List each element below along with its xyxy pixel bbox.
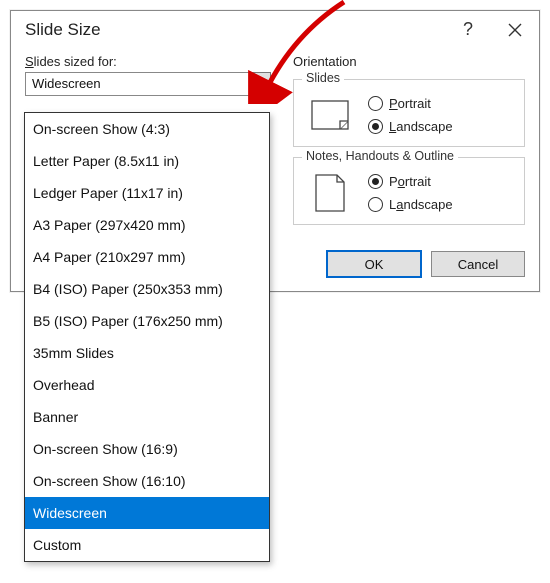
notes-portrait-radio[interactable]: Portrait bbox=[368, 174, 453, 189]
dropdown-item[interactable]: A4 Paper (210x297 mm) bbox=[25, 241, 269, 273]
titlebar: Slide Size ? bbox=[11, 11, 539, 48]
dropdown-item[interactable]: On-screen Show (4:3) bbox=[25, 113, 269, 145]
landscape-page-icon bbox=[308, 100, 352, 130]
slides-sized-for-dropdown-list[interactable]: On-screen Show (4:3)Letter Paper (8.5x11… bbox=[24, 112, 270, 562]
notes-orientation-group: Notes, Handouts & Outline Portrait Lands… bbox=[293, 157, 525, 225]
portrait-page-icon bbox=[308, 174, 352, 212]
radio-icon bbox=[368, 119, 383, 134]
dropdown-item[interactable]: Custom bbox=[25, 529, 269, 561]
slides-orientation-group: Slides Portrait Landscape bbox=[293, 79, 525, 147]
dropdown-item[interactable]: On-screen Show (16:9) bbox=[25, 433, 269, 465]
radio-icon bbox=[368, 96, 383, 111]
dropdown-item[interactable]: B5 (ISO) Paper (176x250 mm) bbox=[25, 305, 269, 337]
dropdown-item[interactable]: A3 Paper (297x420 mm) bbox=[25, 209, 269, 241]
dropdown-item[interactable]: On-screen Show (16:10) bbox=[25, 465, 269, 497]
dropdown-item[interactable]: B4 (ISO) Paper (250x353 mm) bbox=[25, 273, 269, 305]
dropdown-item[interactable]: 35mm Slides bbox=[25, 337, 269, 369]
radio-icon bbox=[368, 174, 383, 189]
help-icon[interactable]: ? bbox=[463, 19, 473, 40]
dialog-title: Slide Size bbox=[25, 20, 101, 40]
dropdown-button[interactable] bbox=[249, 72, 271, 96]
slides-landscape-radio[interactable]: Landscape bbox=[368, 119, 453, 134]
notes-landscape-radio[interactable]: Landscape bbox=[368, 197, 453, 212]
dropdown-item[interactable]: Overhead bbox=[25, 369, 269, 401]
combobox-value: Widescreen bbox=[25, 72, 249, 96]
slides-portrait-radio[interactable]: Portrait bbox=[368, 96, 453, 111]
orientation-header: Orientation bbox=[293, 54, 525, 69]
ok-button[interactable]: OK bbox=[327, 251, 421, 277]
dropdown-item[interactable]: Ledger Paper (11x17 in) bbox=[25, 177, 269, 209]
slides-group-legend: Slides bbox=[302, 71, 344, 85]
radio-icon bbox=[368, 197, 383, 212]
cancel-button[interactable]: Cancel bbox=[431, 251, 525, 277]
chevron-down-icon bbox=[255, 81, 265, 87]
dropdown-item[interactable]: Letter Paper (8.5x11 in) bbox=[25, 145, 269, 177]
close-icon[interactable] bbox=[507, 22, 523, 38]
notes-group-legend: Notes, Handouts & Outline bbox=[302, 149, 458, 163]
dropdown-item[interactable]: Banner bbox=[25, 401, 269, 433]
slides-sized-for-combobox[interactable]: Widescreen bbox=[25, 72, 271, 96]
dropdown-item[interactable]: Widescreen bbox=[25, 497, 269, 529]
slides-sized-for-label: Slides sized for: bbox=[25, 54, 271, 69]
